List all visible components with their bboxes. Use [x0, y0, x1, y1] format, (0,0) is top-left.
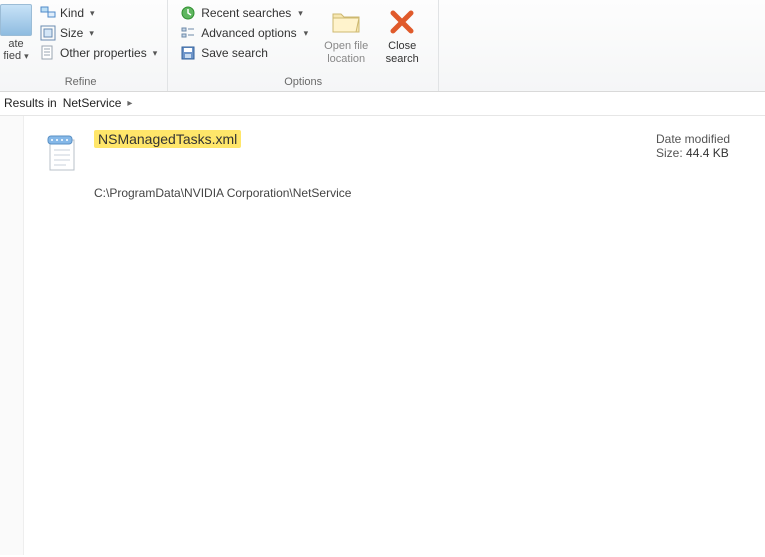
advanced-options-icon	[180, 25, 196, 41]
close-search-button[interactable]: Close search	[376, 4, 428, 74]
kind-icon	[40, 5, 56, 21]
chevron-down-icon: ▾	[89, 28, 94, 39]
close-icon	[386, 6, 418, 38]
size-icon	[40, 25, 56, 41]
folder-open-icon	[330, 6, 362, 38]
recent-searches-button[interactable]: Recent searches ▾	[176, 4, 312, 22]
other-properties-label: Other properties	[60, 46, 147, 60]
size-line: Size: 44.4 KB	[656, 146, 751, 160]
notepad-file-icon	[44, 134, 80, 174]
open-file-location-button[interactable]: Open file location	[320, 4, 372, 74]
save-search-button[interactable]: Save search	[176, 44, 312, 62]
ribbon-group-options: Recent searches ▾ Advanced options ▾ Sav…	[168, 0, 439, 91]
left-gutter	[0, 116, 24, 555]
kind-button[interactable]: Kind ▾	[36, 4, 161, 22]
save-icon	[180, 45, 196, 61]
date-modified-button-fragment[interactable]: ate fied ▾	[0, 2, 36, 74]
options-group-label: Options	[174, 74, 432, 91]
chevron-down-icon: ▾	[153, 48, 158, 59]
save-search-label: Save search	[201, 46, 268, 60]
results-bar: Results in NetService ▸	[0, 92, 765, 116]
properties-icon	[40, 45, 56, 61]
content-area: NSManagedTasks.xml C:\ProgramData\NVIDIA…	[0, 116, 765, 555]
close-label-1: Close	[388, 40, 416, 53]
size-label: Size:	[656, 146, 683, 160]
date-modified-label: Date modified	[656, 132, 751, 146]
ribbon: ate fied ▾ Kind ▾ Size ▾	[0, 0, 765, 92]
recent-searches-icon	[180, 5, 196, 21]
result-metadata: Date modified Size: 44.4 KB	[656, 130, 751, 160]
advanced-options-button[interactable]: Advanced options ▾	[176, 24, 312, 42]
open-file-label-2: location	[327, 53, 365, 66]
fragment-text-1: ate	[8, 38, 23, 50]
close-label-2: search	[386, 53, 419, 66]
results-prefix: Results in	[4, 96, 57, 110]
refine-group-label: Refine	[0, 74, 161, 91]
other-properties-button[interactable]: Other properties ▾	[36, 44, 161, 62]
chevron-down-icon: ▾	[298, 8, 303, 19]
results-scope[interactable]: NetService	[63, 96, 122, 110]
result-filepath: C:\ProgramData\NVIDIA Corporation\NetSer…	[94, 186, 642, 200]
advanced-options-label: Advanced options	[201, 26, 296, 40]
chevron-right-icon[interactable]: ▸	[127, 98, 132, 109]
result-filename: NSManagedTasks.xml	[94, 130, 241, 148]
fragment-text-2: fied ▾	[3, 50, 28, 62]
kind-label: Kind	[60, 6, 84, 20]
size-value: 44.4 KB	[686, 146, 729, 160]
open-file-label-1: Open file	[324, 40, 368, 53]
size-label: Size	[60, 26, 83, 40]
search-results-list: NSManagedTasks.xml C:\ProgramData\NVIDIA…	[24, 116, 765, 555]
recent-searches-label: Recent searches	[201, 6, 291, 20]
date-modified-icon	[0, 4, 32, 36]
chevron-down-icon: ▾	[304, 28, 309, 39]
ribbon-group-fragment: ate fied ▾ Kind ▾ Size ▾	[0, 0, 168, 91]
chevron-down-icon: ▾	[90, 8, 95, 19]
size-button[interactable]: Size ▾	[36, 24, 161, 42]
search-result-item[interactable]: NSManagedTasks.xml C:\ProgramData\NVIDIA…	[44, 130, 751, 200]
